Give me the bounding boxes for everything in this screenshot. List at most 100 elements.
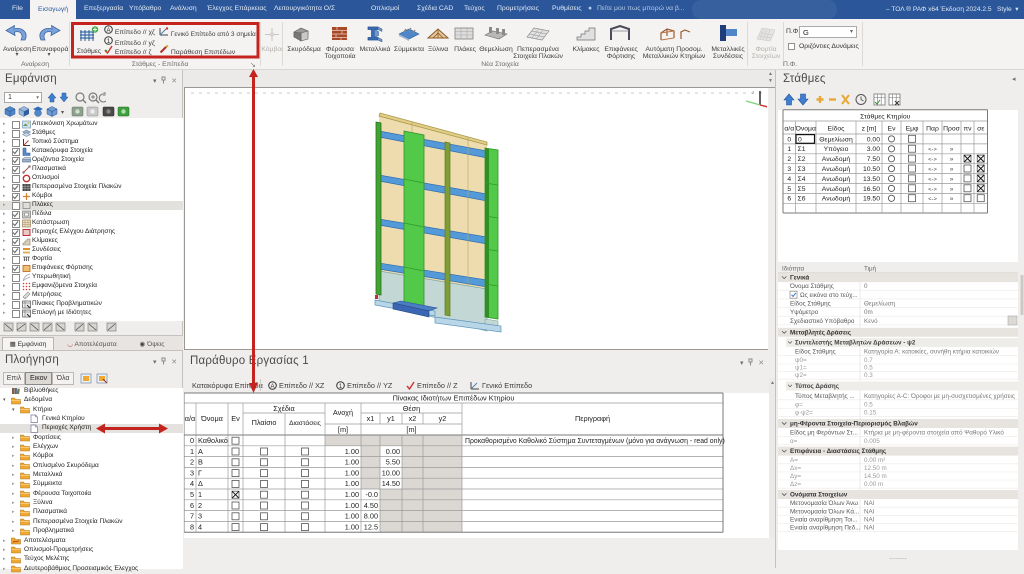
svg-text:1.00: 1.00 — [345, 447, 359, 456]
svg-text:Δy=: Δy= — [790, 473, 801, 480]
svg-text:Τιμή: Τιμή — [864, 266, 877, 273]
svg-text:0.00: 0.00 — [386, 447, 400, 456]
svg-text:ΝΑΙ: ΝΑΙ — [864, 516, 875, 523]
svg-text:0.00 m²: 0.00 m² — [864, 457, 885, 464]
svg-text:[m]: [m] — [406, 425, 416, 434]
svg-text:1: 1 — [107, 38, 111, 45]
svg-text:Ονόματα Στοιχείων: Ονόματα Στοιχείων — [790, 492, 848, 499]
svg-text:8.00: 8.00 — [364, 512, 378, 521]
svg-text:0.7: 0.7 — [864, 357, 873, 364]
svg-text:Μετονομασία Όλων Άνω: Μετονομασία Όλων Άνω — [790, 499, 858, 507]
svg-text:10.00: 10.00 — [382, 468, 400, 477]
svg-text:ΝΑΙ: ΝΑΙ — [864, 525, 875, 532]
svg-text:Κενό: Κενό — [864, 317, 878, 325]
svg-text:0: 0 — [864, 283, 868, 290]
svg-text:α=: α= — [790, 438, 798, 445]
svg-text:Είδος μη Φερόντων Στ...: Είδος μη Φερόντων Στ... — [790, 429, 858, 437]
svg-text:▾: ▾ — [61, 110, 64, 116]
svg-text:φ=: φ= — [795, 402, 803, 409]
svg-text:2: 2 — [198, 501, 202, 510]
svg-text:3: 3 — [198, 512, 202, 521]
svg-text:12.5: 12.5 — [364, 522, 378, 531]
svg-text:A: A — [198, 447, 203, 456]
svg-text:A: A — [106, 28, 110, 34]
svg-text:Ιδιότητα: Ιδιότητα — [782, 265, 804, 273]
svg-text:1.00: 1.00 — [345, 522, 359, 531]
svg-text:Θεμελίωση: Θεμελίωση — [864, 300, 895, 308]
svg-text:Πλαίσιο: Πλαίσιο — [252, 418, 277, 427]
svg-text:5.50: 5.50 — [386, 458, 400, 467]
svg-text:Μεταβλητές Δράσεις: Μεταβλητές Δράσεις — [790, 328, 852, 336]
svg-text:12.50 m: 12.50 m — [864, 465, 887, 472]
svg-text:0.3: 0.3 — [864, 372, 873, 379]
svg-text:φ·ψ2=: φ·ψ2= — [795, 410, 813, 417]
svg-text:Επιφάνεια - Διαστάσεις Στάθμης: Επιφάνεια - Διαστάσεις Στάθμης — [790, 448, 887, 455]
svg-text:Πίνακας Ιδιοτήτων Επιπέδων Κτη: Πίνακας Ιδιοτήτων Επιπέδων Κτηρίου — [393, 394, 515, 403]
svg-text:0: 0 — [190, 436, 194, 445]
svg-text:x1: x1 — [367, 414, 375, 423]
svg-text:α/α: α/α — [185, 414, 196, 423]
svg-text:Δx=: Δx= — [790, 465, 801, 472]
svg-text:Εν: Εν — [231, 414, 240, 423]
svg-text:1.00: 1.00 — [345, 468, 359, 477]
svg-text:Δz=: Δz= — [790, 481, 801, 488]
svg-text:Τύπος Δράσης: Τύπος Δράσης — [795, 383, 840, 390]
svg-text:Προκαθορισμένο Καθολικό Σύστημ: Προκαθορισμένο Καθολικό Σύστημα Συντεταγ… — [465, 437, 725, 445]
svg-text:-0.0: -0.0 — [365, 490, 378, 499]
svg-text:Όνομα Στάθμης: Όνομα Στάθμης — [789, 282, 834, 290]
svg-text:Διαστάσεις: Διαστάσεις — [289, 419, 321, 427]
svg-text:y2: y2 — [439, 414, 447, 423]
svg-text:Συντελεστής Μεταβλητών Δράσεων: Συντελεστής Μεταβλητών Δράσεων - ψ2 — [795, 339, 916, 347]
svg-text:3: 3 — [190, 468, 194, 477]
svg-text:μη-Φέροντα Στοιχεία-Περιορισμό: μη-Φέροντα Στοιχεία-Περιορισμός Βλαβών — [790, 420, 918, 428]
svg-text:4: 4 — [190, 479, 194, 488]
svg-text:Γενικά: Γενικά — [790, 275, 809, 282]
svg-text:Μετονομασία Όλων Κά...: Μετονομασία Όλων Κά... — [790, 507, 860, 515]
svg-text:Δ: Δ — [198, 479, 203, 488]
svg-text:14.50: 14.50 — [382, 479, 400, 488]
svg-text:8: 8 — [190, 522, 194, 531]
svg-text:1.00: 1.00 — [345, 458, 359, 467]
svg-text:ψ0=: ψ0= — [795, 357, 807, 364]
svg-text:z: z — [752, 90, 755, 95]
svg-text:[m]: [m] — [338, 425, 348, 434]
svg-text:Υψόμετρο: Υψόμετρο — [790, 308, 819, 316]
svg-text:Είδος Στάθμης: Είδος Στάθμης — [790, 300, 831, 308]
svg-text:ΝΑΙ: ΝΑΙ — [864, 500, 875, 507]
svg-text:14.50 m: 14.50 m — [864, 473, 887, 480]
svg-text:Όνομα: Όνομα — [200, 414, 224, 423]
svg-text:Ενιαία αναρίθμηση Πεδ...: Ενιαία αναρίθμηση Πεδ... — [790, 524, 861, 532]
svg-text:ΝΑΙ: ΝΑΙ — [864, 508, 875, 515]
svg-text:Περιγραφή: Περιγραφή — [575, 414, 610, 423]
svg-text:Ενιαία αναρίθμηση Τοι...: Ενιαία αναρίθμηση Τοι... — [790, 515, 858, 523]
svg-text:Καθολικό: Καθολικό — [198, 436, 228, 445]
svg-text:.........: ......... — [889, 554, 907, 561]
svg-text:Κατηγορία Α: κατοικίες, συνήθη: Κατηγορία Α: κατοικίες, συνήθη κτήρια κα… — [864, 347, 999, 355]
svg-text:5: 5 — [190, 490, 194, 499]
svg-text:Ως εικόνα στο τεύχ...: Ως εικόνα στο τεύχ... — [800, 291, 858, 299]
svg-text:Τύπος Μεταβλητής ...: Τύπος Μεταβλητής ... — [795, 392, 855, 400]
svg-text:0m: 0m — [864, 309, 873, 316]
svg-text:0.005: 0.005 — [864, 438, 880, 445]
svg-text:6: 6 — [190, 501, 194, 510]
svg-text:1: 1 — [198, 490, 202, 499]
svg-text:Κτήρια με μη-φέροντα στοιχεία: Κτήρια με μη-φέροντα στοιχεία από Ψαθυρό… — [864, 429, 1004, 437]
svg-text:Θέση: Θέση — [403, 404, 421, 413]
svg-text:0.5: 0.5 — [864, 402, 873, 409]
svg-text:0.00 m: 0.00 m — [864, 481, 883, 488]
svg-text:ψ1=: ψ1= — [795, 365, 807, 372]
svg-text:1.00: 1.00 — [345, 512, 359, 521]
svg-text:Είδος Στάθμης: Είδος Στάθμης — [795, 347, 836, 355]
svg-text:2: 2 — [190, 458, 194, 467]
svg-text:Γ: Γ — [198, 468, 202, 477]
svg-text:1: 1 — [190, 447, 194, 456]
svg-text:A=: A= — [790, 457, 798, 464]
svg-text:ψ2=: ψ2= — [795, 372, 807, 379]
svg-text:B: B — [198, 458, 203, 467]
svg-text:7: 7 — [190, 512, 194, 521]
svg-text:1.00: 1.00 — [345, 490, 359, 499]
svg-text:0.5: 0.5 — [864, 365, 873, 372]
svg-text:y1: y1 — [387, 414, 395, 423]
svg-text:Ανοχή: Ανοχή — [333, 408, 353, 417]
svg-text:4.50: 4.50 — [364, 501, 378, 510]
